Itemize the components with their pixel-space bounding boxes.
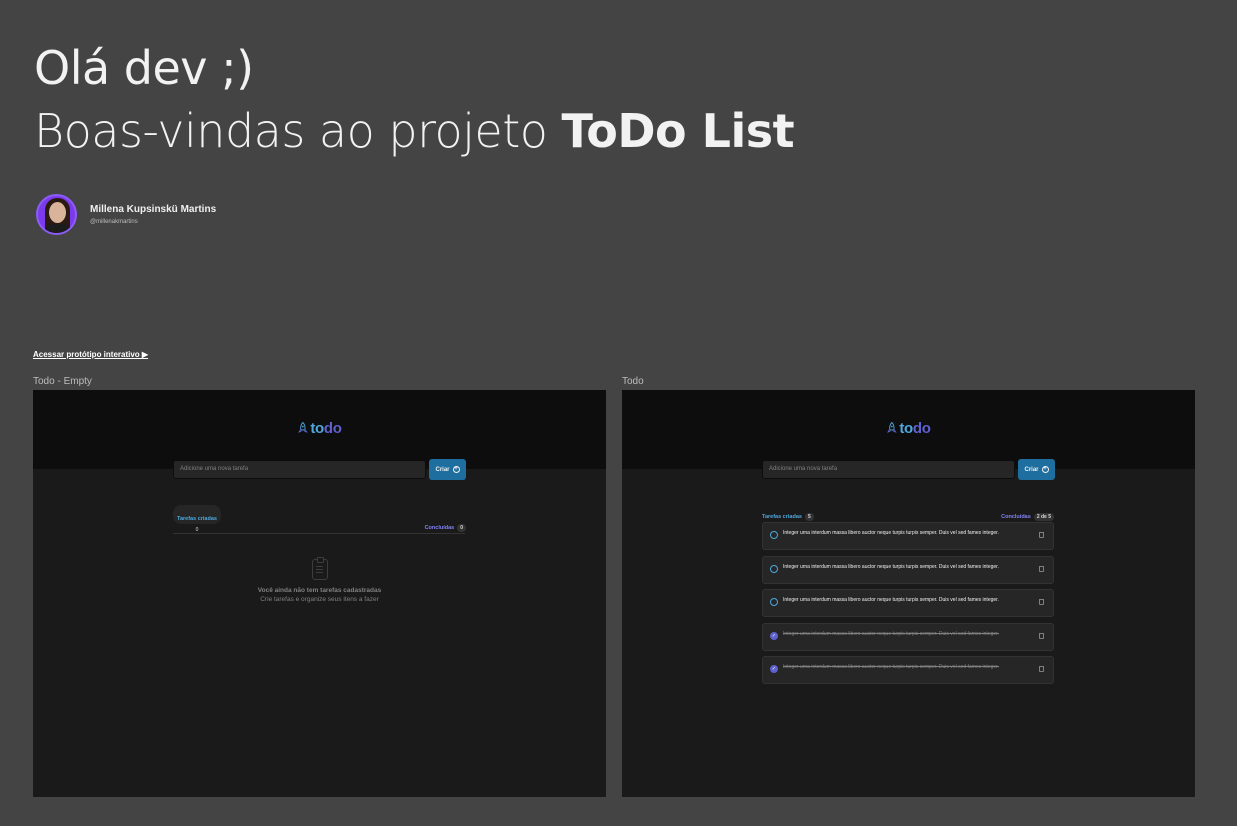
done-label: Concluídas (424, 525, 455, 531)
created-label: Tarefas criadas (762, 514, 802, 520)
circle-icon[interactable] (770, 564, 778, 573)
greeting-heading: Olá dev ;) (34, 41, 254, 95)
rocket-icon (297, 422, 308, 433)
done-counter: Concluídas 0 (425, 516, 466, 534)
task-item[interactable]: Integer urna interdum massa libero aucto… (762, 522, 1054, 550)
task-counters: Tarefas criadas 5 Concluídas 2 de 5 (762, 505, 1054, 523)
logo: todo (886, 420, 931, 437)
task-text: Integer urna interdum massa libero aucto… (783, 563, 999, 570)
new-task-input[interactable]: Adicione uma nova tarefa (173, 460, 426, 479)
logo-to: to (310, 420, 324, 437)
done-count: 2 de 5 (1033, 513, 1054, 521)
task-text: Integer urna interdum massa libero aucto… (783, 664, 999, 670)
task-item[interactable]: ✓ Integer urna interdum massa libero auct… (762, 656, 1054, 684)
circle-icon[interactable] (770, 531, 778, 539)
task-item[interactable]: ✓ Integer urna interdum massa libero auct… (762, 622, 1054, 651)
task-text: Integer urna interdum massa libero aucto… (783, 530, 999, 536)
created-counter: Tarefas criadas 0 (173, 505, 221, 533)
new-task-input[interactable]: Adicione uma nova tarefa (762, 460, 1015, 479)
prototype-link[interactable]: Acessar protótipo interativo ▶ (33, 350, 148, 359)
clipboard-icon (311, 557, 328, 580)
logo-do: do (323, 420, 342, 437)
task-text: Integer urna interdum massa libero aucto… (783, 597, 999, 603)
trash-icon[interactable] (1039, 632, 1044, 639)
create-label: Criar (1024, 466, 1039, 473)
todo-empty-frame: todo Adicione uma nova tarefa Criar + Tar… (33, 390, 606, 797)
task-item[interactable]: Integer urna interdum massa libero aucto… (762, 589, 1054, 617)
logo-do: do (912, 420, 931, 437)
author-name: Millena Kupsinskü Martins (90, 203, 217, 215)
done-count: 0 (457, 524, 466, 532)
done-label: Concluídas (1001, 514, 1031, 520)
frame-label-empty: Todo - Empty (33, 376, 92, 387)
logo: todo (297, 420, 342, 437)
trash-icon[interactable] (1039, 532, 1044, 538)
task-text: Integer urna interdum massa libero aucto… (783, 630, 999, 637)
create-button[interactable]: Criar + (429, 459, 466, 480)
created-count: 5 (804, 513, 814, 521)
frame-label-list: Todo (622, 376, 644, 387)
welcome-heading: Boas-vindas ao projeto ToDo List (34, 104, 795, 158)
created-label: Tarefas criadas (177, 516, 217, 522)
avatar (36, 194, 77, 235)
divider (173, 533, 465, 534)
plus-circle-icon: + (1041, 466, 1049, 473)
todo-list-frame: todo Adicione uma nova tarefa Criar + Tar… (622, 390, 1195, 797)
task-item[interactable]: Integer urna interdum massa libero aucto… (762, 555, 1054, 584)
check-icon[interactable]: ✓ (770, 631, 778, 640)
author-card: Millena Kupsinskü Martins @millenakmarti… (36, 194, 216, 235)
plus-circle-icon: + (452, 466, 460, 473)
check-icon[interactable]: ✓ (770, 665, 778, 673)
circle-icon[interactable] (770, 598, 778, 606)
empty-subtitle: Crie tarefas e organize seus itens a faz… (260, 596, 379, 603)
project-name: ToDo List (561, 104, 795, 158)
create-button[interactable]: Criar + (1018, 459, 1055, 480)
author-handle: @millenakmartins (90, 218, 138, 225)
rocket-icon (886, 422, 897, 433)
trash-icon[interactable] (1039, 599, 1044, 605)
welcome-prefix: Boas-vindas ao projeto (34, 104, 548, 158)
empty-title: Você ainda não tem tarefas cadastradas (257, 587, 382, 594)
trash-icon[interactable] (1039, 666, 1044, 672)
trash-icon[interactable] (1039, 565, 1044, 572)
logo-to: to (899, 420, 913, 437)
create-label: Criar (435, 466, 450, 473)
